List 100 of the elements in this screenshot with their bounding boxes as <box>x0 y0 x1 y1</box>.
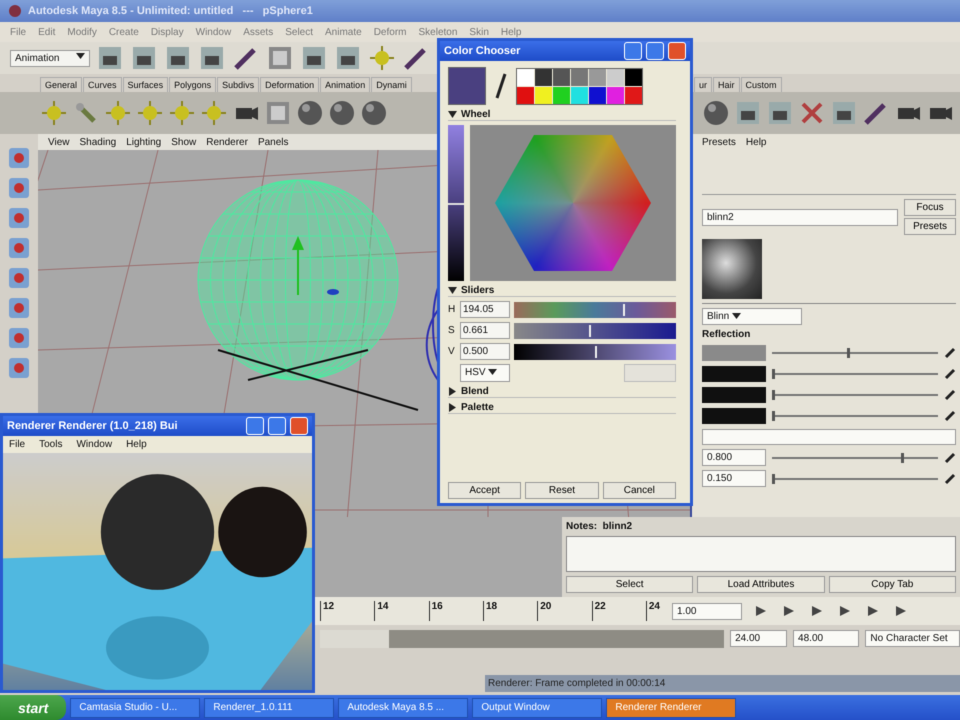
shelf-tab[interactable]: Deformation <box>260 77 320 92</box>
slider-thumb[interactable] <box>901 452 904 462</box>
mode-dropdown[interactable]: HSV <box>460 364 510 382</box>
value-field[interactable]: 0.661 <box>460 322 510 339</box>
palette-swatch[interactable] <box>553 86 570 104</box>
sphere-icon[interactable] <box>296 99 324 127</box>
palette-swatch[interactable] <box>589 86 606 104</box>
palette-swatch[interactable] <box>589 68 606 86</box>
color-swatch[interactable] <box>702 344 766 360</box>
range-start-field[interactable]: 24.00 <box>730 630 788 647</box>
link-icon[interactable] <box>944 346 956 358</box>
shelf-tab[interactable]: Curves <box>83 77 122 92</box>
section-header[interactable]: Sliders <box>448 285 676 297</box>
mode-dropdown[interactable]: Animation <box>10 50 90 66</box>
slider-thumb[interactable] <box>588 324 591 336</box>
palette-swatch[interactable] <box>553 68 570 86</box>
notes-button[interactable]: Select <box>566 576 694 593</box>
palette-swatch[interactable] <box>607 68 624 86</box>
palette-swatch[interactable] <box>517 68 534 86</box>
range-slider[interactable] <box>320 630 724 648</box>
palette-swatch[interactable] <box>607 86 624 104</box>
character-set-field[interactable]: No Character Set <box>865 630 960 647</box>
shelf-tab[interactable]: Animation <box>320 77 370 92</box>
light-icon[interactable] <box>368 44 396 72</box>
slider-thumb[interactable] <box>772 474 775 484</box>
value-field[interactable]: 194.05 <box>460 301 510 318</box>
panel-menu-item[interactable]: Show <box>171 136 196 148</box>
value-field[interactable]: 0.150 <box>702 470 766 487</box>
minimize-button[interactable] <box>246 417 264 435</box>
color-slider[interactable] <box>514 302 676 318</box>
shelf-tab[interactable]: ur <box>694 77 712 92</box>
link-icon[interactable] <box>944 368 956 380</box>
link-icon[interactable] <box>944 452 956 464</box>
menu-item[interactable]: Help <box>126 439 147 450</box>
value-bar[interactable] <box>448 125 464 281</box>
panel-menu-item[interactable]: Renderer <box>206 136 248 148</box>
taskbar-item[interactable]: Output Window <box>472 698 602 718</box>
palette-swatch[interactable] <box>625 86 642 104</box>
sphere-icon[interactable] <box>360 99 388 127</box>
taskbar-item[interactable]: Renderer_1.0.111 <box>204 698 334 718</box>
section-header[interactable]: Reflection <box>702 329 956 340</box>
color-swatch[interactable] <box>702 408 766 424</box>
type-dropdown[interactable]: Blinn <box>702 308 802 325</box>
palette-swatch[interactable] <box>625 68 642 86</box>
menu-item[interactable]: Window <box>76 439 112 450</box>
shelf-tab[interactable]: Dynami <box>371 77 412 92</box>
color-slider[interactable] <box>514 344 676 360</box>
range-bar[interactable] <box>388 630 724 648</box>
start-button[interactable]: start <box>0 695 66 720</box>
taskbar-item[interactable]: Camtasia Studio - U... <box>70 698 200 718</box>
panel-menu-item[interactable]: Shading <box>80 136 116 148</box>
notes-button[interactable]: Copy Tab <box>828 576 956 593</box>
dialog-button[interactable]: Reset <box>525 482 599 499</box>
shelf-tab[interactable]: Polygons <box>169 77 216 92</box>
color-swatch[interactable] <box>702 366 766 382</box>
dialog-button[interactable]: Cancel <box>602 482 676 499</box>
slider-thumb[interactable] <box>846 348 850 358</box>
panel-menu-item[interactable]: Panels <box>258 136 289 148</box>
menu-item[interactable]: File <box>9 439 26 450</box>
texture-icon[interactable] <box>266 44 294 72</box>
maximize-button[interactable] <box>646 42 664 60</box>
ae-button[interactable]: Presets <box>904 218 956 235</box>
range-end-field[interactable]: 48.00 <box>793 630 860 647</box>
panel-menu-item[interactable]: View <box>48 136 70 148</box>
menu-item[interactable]: Help <box>746 136 766 148</box>
shelf-tab[interactable]: Subdivs <box>217 77 260 92</box>
menu-item[interactable]: Tools <box>39 439 62 450</box>
palette-swatch[interactable] <box>571 68 588 86</box>
maximize-button[interactable] <box>268 417 286 435</box>
ae-button[interactable]: Focus <box>904 199 956 216</box>
shelf-tab[interactable]: Surfaces <box>122 77 168 92</box>
value-field[interactable]: 0.800 <box>702 449 766 466</box>
palette-swatch[interactable] <box>535 86 552 104</box>
sphere-icon[interactable] <box>702 99 730 127</box>
shelf-tab[interactable]: General <box>40 77 82 92</box>
section-header[interactable]: Palette <box>448 402 676 414</box>
move-manipulator[interactable] <box>292 236 339 295</box>
link-icon[interactable] <box>944 388 956 400</box>
color-swatch[interactable] <box>702 386 766 402</box>
panel-menu-item[interactable]: Lighting <box>126 136 162 148</box>
link-icon[interactable] <box>944 472 956 484</box>
palette-swatch[interactable] <box>535 68 552 86</box>
section-header[interactable]: Blend <box>448 386 676 398</box>
shelf-tab[interactable]: Hair <box>713 77 740 92</box>
notes-field[interactable] <box>566 536 956 572</box>
color-slider[interactable] <box>514 322 676 338</box>
value-marker[interactable] <box>448 203 464 205</box>
close-button[interactable] <box>290 417 308 435</box>
value-field[interactable]: 0.500 <box>460 343 510 360</box>
section-header[interactable]: Wheel <box>448 109 676 121</box>
shelf-tab[interactable]: Custom <box>740 77 782 92</box>
link-icon[interactable] <box>944 410 956 422</box>
help-button[interactable] <box>624 42 642 60</box>
dialog-button[interactable]: Accept <box>448 482 522 499</box>
node-name-field[interactable]: blinn2 <box>702 208 898 226</box>
slider-thumb[interactable] <box>772 390 775 400</box>
slider-thumb[interactable] <box>772 368 775 378</box>
current-frame-field[interactable]: 1.00 <box>672 602 742 620</box>
taskbar-item[interactable]: Autodesk Maya 8.5 ... <box>338 698 468 718</box>
palette-swatch[interactable] <box>571 86 588 104</box>
